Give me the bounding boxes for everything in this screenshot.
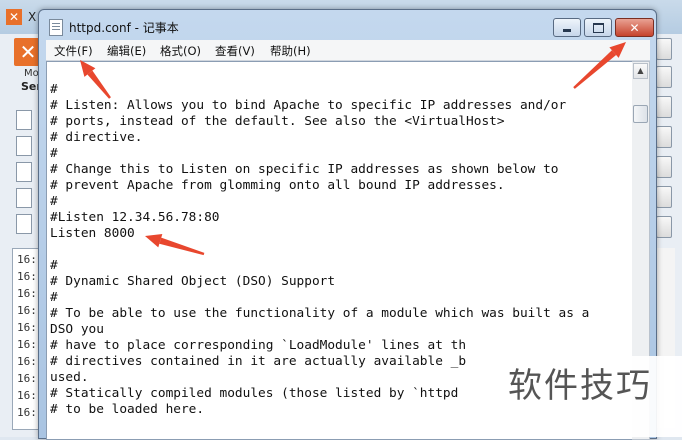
watermark: 软件技巧 xyxy=(478,356,682,437)
arrow-to-listen-line xyxy=(145,233,205,256)
arrow-to-file-menu xyxy=(80,60,111,99)
arrow-to-close-button xyxy=(573,42,626,89)
